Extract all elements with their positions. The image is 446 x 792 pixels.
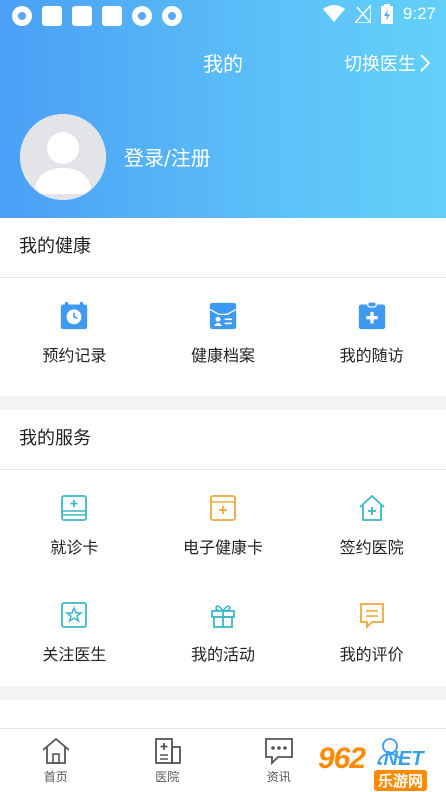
no-signal-icon [354,5,371,23]
grid-item-label: 我的评价 [339,645,404,664]
grid-item-label: 关注医生 [42,645,107,664]
followed-doctors-button[interactable]: 关注医生 [0,577,149,684]
switch-doctor-label: 切换医生 [344,54,416,75]
grid-item-label: 就诊卡 [50,538,99,557]
visit-card-button[interactable]: 就诊卡 [0,470,149,577]
login-register-link[interactable]: 登录/注册 [124,142,211,171]
system-status: 9:27 [322,4,436,24]
chat-icon [264,738,293,765]
tab-hospital[interactable]: 医院 [112,729,224,792]
my-activities-button[interactable]: 我的活动 [149,577,298,684]
my-services-section: 我的服务 就诊卡 电子健康卡 签约医院 关注医生 我的活动 我的评价 [0,410,446,686]
watermark-site: 乐游网 [374,770,428,791]
watermark-logo: 962 .NET 乐游网 [312,738,442,791]
my-followup-button[interactable]: 我的随访 [297,278,446,366]
default-user-icon [20,114,106,200]
e-health-card-button[interactable]: 电子健康卡 [149,470,298,577]
chevron-right-icon [420,54,430,72]
hospital-icon [155,738,182,764]
e-health-card-icon [210,495,236,521]
tab-home[interactable]: 首页 [0,729,112,792]
section-title: 我的服务 [0,410,446,470]
status-bar: 9:27 [0,0,446,32]
grid-item-label: 预约记录 [42,346,107,365]
app-notification-icon [102,6,122,26]
my-reviews-button[interactable]: 我的评价 [297,577,446,684]
grid-item-label: 我的活动 [190,645,255,664]
app-notification-icon [132,6,152,26]
grid-item-label: 签约医院 [339,538,404,557]
tab-label: 医院 [155,770,180,784]
app-notification-icon [162,6,182,26]
watermark-number: 962 [318,742,366,775]
grid-item-label: 健康档案 [190,346,255,365]
app-notification-icon [42,6,62,26]
tab-label: 首页 [43,770,68,784]
alarm-clock-icon [61,302,88,330]
clipboard-plus-icon [358,302,385,330]
app-notification-icon [12,6,32,26]
grid-item-label: 我的随访 [339,346,404,365]
tab-label: 资讯 [266,770,291,784]
bottom-tab-bar: 首页 医院 资讯 我的 962 .NET 乐游网 [0,728,446,792]
avatar[interactable] [20,114,106,200]
switch-doctor-button[interactable]: 切换医生 [344,50,430,76]
house-plus-icon [359,494,385,521]
notification-icons [12,6,182,26]
wifi-icon [322,5,345,22]
star-box-icon [61,602,88,628]
home-icon [42,737,70,764]
app-notification-icon [72,6,92,26]
comment-icon [359,603,384,629]
watermark-domain: .NET [378,748,424,770]
section-title: 我的健康 [0,218,446,278]
health-records-button[interactable]: 健康档案 [149,278,298,366]
card-plus-icon [61,495,88,521]
id-card-icon [209,302,237,330]
profile-header: 9:27 我的 切换医生 登录/注册 [0,0,446,218]
battery-charging-icon [380,4,393,24]
grid-item-label: 电子健康卡 [182,538,263,557]
clock: 9:27 [402,4,436,23]
gift-icon [211,605,235,628]
my-health-section: 我的健康 预约记录 健康档案 我的随访 [0,218,446,396]
appointment-records-button[interactable]: 预约记录 [0,278,149,366]
contracted-hospital-button[interactable]: 签约医院 [297,470,446,577]
